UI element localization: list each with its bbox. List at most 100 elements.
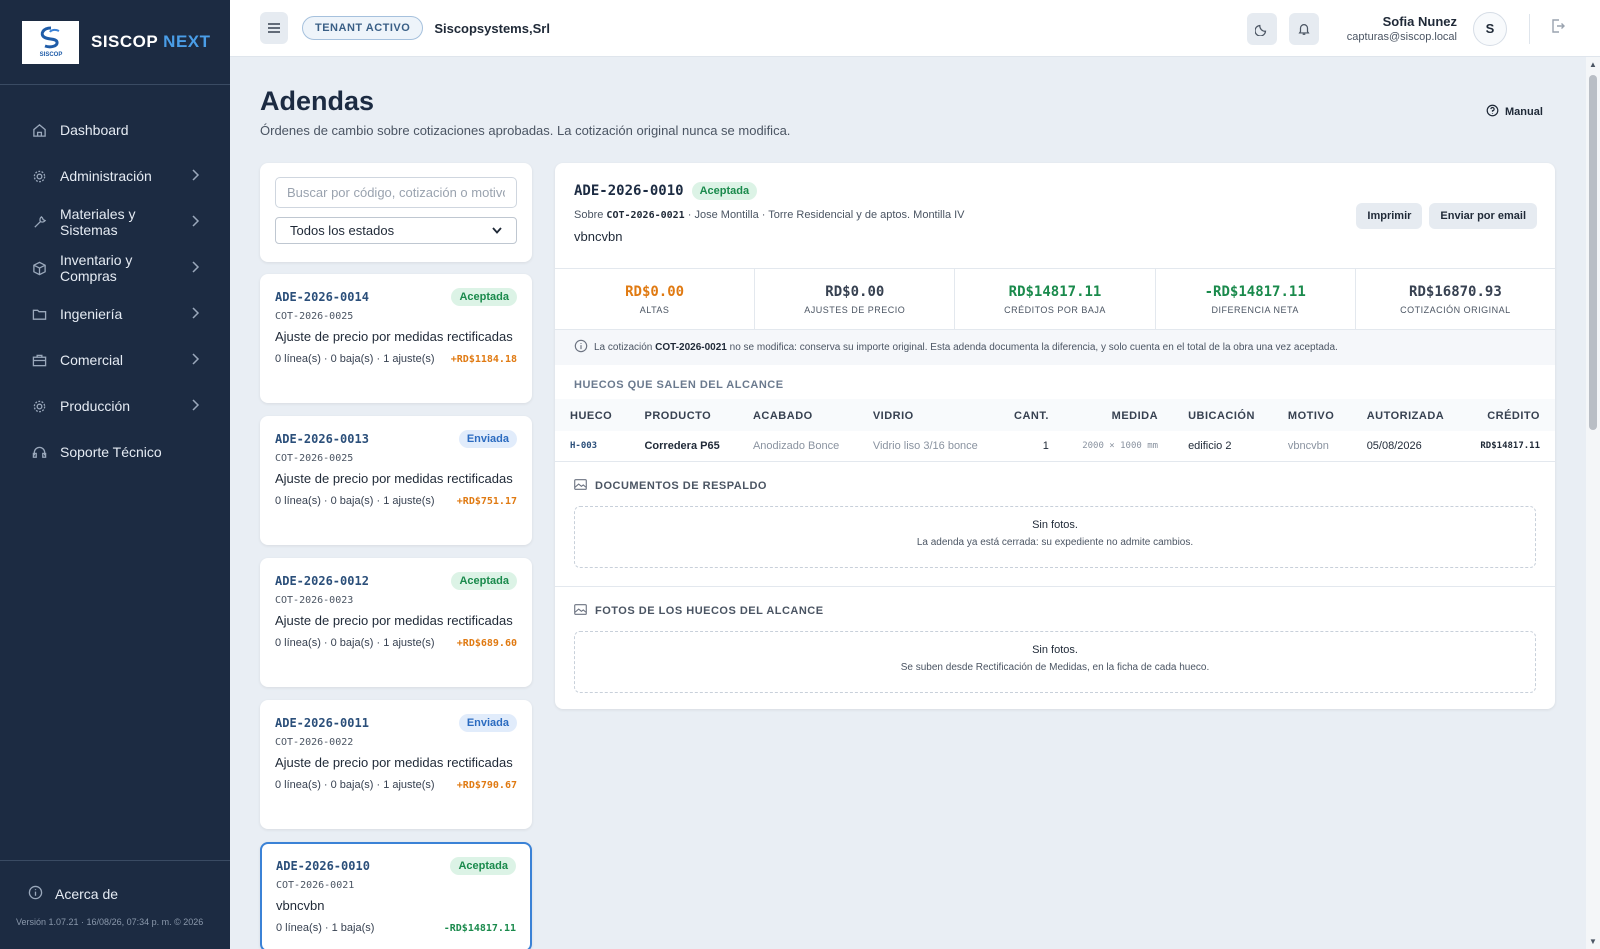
- headset-icon: [30, 443, 48, 461]
- notifications-button[interactable]: [1288, 12, 1319, 45]
- stat-ajustes: RD$0.00 AJUSTES DE PRECIO: [755, 269, 956, 329]
- cell-ubicacion: edificio 2: [1173, 431, 1273, 462]
- page-subtitle: Órdenes de cambio sobre cotizaciones apr…: [260, 123, 791, 138]
- image-icon: [574, 604, 587, 618]
- chevron-down-icon: [492, 227, 502, 234]
- sidebar-item-label: Administración: [60, 168, 152, 184]
- list-item[interactable]: ADE-2026-0013 Enviada COT-2026-0025 Ajus…: [260, 416, 532, 545]
- page-title: Adendas: [260, 86, 375, 116]
- scroll-thumb[interactable]: [1589, 75, 1597, 430]
- stat-cotizacion: RD$16870.93 COTIZACIÓN ORIGINAL: [1356, 269, 1555, 329]
- sidebar-item-label: Soporte Técnico: [60, 444, 162, 460]
- chevron-right-icon: [192, 214, 200, 230]
- cotizacion-ref: COT-2026-0025: [275, 453, 354, 464]
- adenda-description: Ajuste de precio por medidas rectificada…: [275, 613, 513, 628]
- logout-button[interactable]: [1550, 18, 1566, 39]
- adenda-amount: +RD$790.67: [456, 779, 517, 791]
- briefcase-icon: [30, 351, 48, 369]
- col-autorizada: AUTORIZADA: [1351, 399, 1463, 431]
- stat-value: -RD$14817.11: [1204, 284, 1306, 300]
- sidebar-item-label: Materiales y Sistemas: [60, 206, 136, 238]
- sidebar-item-label: Ingeniería: [60, 306, 123, 322]
- hamburger-icon: [268, 23, 280, 33]
- photos-dropzone: Sin fotos. Se suben desde Rectificación …: [574, 631, 1536, 693]
- info-icon: [574, 339, 588, 356]
- cotizacion-ref: COT-2026-0022: [275, 737, 354, 748]
- menu-toggle-button[interactable]: [260, 12, 288, 44]
- cell-vidrio: Vidrio liso 3/16 bonce: [857, 431, 997, 462]
- adenda-description: vbncvbn: [276, 898, 325, 913]
- cell-acabado: Anodizado Bonce: [737, 431, 858, 462]
- brand-name-accent: NEXT: [163, 32, 211, 51]
- documents-dropzone: Sin fotos. La adenda ya está cerrada: su…: [574, 506, 1536, 568]
- topbar: TENANT ACTIVO Siscopsystems,Srl Sofia Nu…: [230, 0, 1600, 57]
- sidebar-item-soporte[interactable]: Soporte Técnico: [0, 429, 230, 475]
- col-acabado: ACABADO: [737, 399, 858, 431]
- scroll-up-icon[interactable]: ▲: [1589, 60, 1597, 69]
- stats-row: RD$0.00 ALTAS RD$0.00 AJUSTES DE PRECIO …: [555, 268, 1555, 330]
- adenda-amount: +RD$689.60: [456, 637, 517, 649]
- avatar[interactable]: S: [1473, 11, 1507, 46]
- adenda-code: ADE-2026-0014: [275, 290, 369, 304]
- sidebar-item-label: Inventario y Compras: [60, 252, 133, 284]
- user-info: Sofia Nunez capturas@siscop.local: [1347, 14, 1457, 43]
- stat-label: CRÉDITOS POR BAJA: [1004, 305, 1106, 315]
- huecos-section-title: HUECOS QUE SALEN DEL ALCANCE: [574, 379, 784, 391]
- info-text: no se modifica: conserva su importe orig…: [729, 342, 1338, 353]
- sidebar-item-dashboard[interactable]: Dashboard: [0, 107, 230, 153]
- brand-name-main: SISCOP: [91, 32, 158, 51]
- detail-header: ADE-2026-0010 Aceptada Sobre COT-2026-00…: [555, 163, 1555, 268]
- cell-autorizada: 05/08/2026: [1351, 431, 1463, 462]
- sidebar-item-inventario[interactable]: Inventario y Compras: [0, 245, 230, 291]
- col-vidrio: VIDRIO: [857, 399, 997, 431]
- sidebar-item-ingenieria[interactable]: Ingeniería: [0, 291, 230, 337]
- search-input[interactable]: [275, 177, 517, 208]
- documents-empty-subtext: La adenda ya está cerrada: su expediente…: [916, 537, 1194, 548]
- adenda-code: ADE-2026-0012: [275, 574, 369, 588]
- adenda-amount: +RD$751.17: [456, 495, 517, 507]
- logout-icon: [1552, 19, 1565, 33]
- sidebar-item-materiales[interactable]: Materiales y Sistemas: [0, 199, 230, 245]
- chevron-right-icon: [192, 352, 200, 368]
- print-button[interactable]: Imprimir: [1356, 203, 1423, 229]
- photos-section: FOTOS DE LOS HUECOS DEL ALCANCE Sin foto…: [555, 587, 1555, 693]
- user-email: capturas@siscop.local: [1346, 31, 1457, 43]
- sidebar-item-administracion[interactable]: Administración: [0, 153, 230, 199]
- logo[interactable]: SISCOP: [22, 20, 79, 64]
- col-producto: PRODUCTO: [629, 399, 738, 431]
- sidebar-item-produccion[interactable]: Producción: [0, 383, 230, 429]
- documents-empty-text: Sin fotos.: [1032, 519, 1078, 531]
- manual-label: Manual: [1505, 106, 1543, 118]
- list-item[interactable]: ADE-2026-0014 Aceptada COT-2026-0025 Aju…: [260, 274, 532, 403]
- sidebar-item-comercial[interactable]: Comercial: [0, 337, 230, 383]
- home-icon: [30, 121, 48, 139]
- moon-icon: [1254, 24, 1266, 36]
- folder-icon: [30, 305, 48, 323]
- cell-hueco: H-003: [555, 431, 630, 462]
- status-badge: Enviada: [458, 714, 517, 732]
- cotizacion-link[interactable]: COT-2026-0021: [606, 210, 684, 221]
- sidebar-item-label: Producción: [60, 398, 131, 414]
- list-item[interactable]: ADE-2026-0011 Enviada COT-2026-0022 Ajus…: [260, 700, 532, 829]
- status-badge: Aceptada: [451, 288, 517, 306]
- status-select[interactable]: Todos los estados: [275, 217, 517, 244]
- adenda-code: ADE-2026-0013: [275, 432, 369, 446]
- chevron-right-icon: [192, 306, 200, 322]
- image-icon: [574, 479, 587, 493]
- scroll-down-icon[interactable]: ▼: [1589, 937, 1597, 946]
- table-header-row: HUECO PRODUCTO ACABADO VIDRIO CANT. MEDI…: [555, 399, 1555, 431]
- manual-link[interactable]: Manual: [1486, 104, 1543, 120]
- theme-toggle-button[interactable]: [1246, 12, 1277, 45]
- about-label: Acerca de: [55, 886, 119, 902]
- scrollbar[interactable]: ▲ ▼: [1586, 57, 1600, 949]
- stat-value: RD$0.00: [625, 284, 685, 300]
- about-link[interactable]: Acerca de: [0, 861, 230, 903]
- list-item-selected[interactable]: ADE-2026-0010 Aceptada COT-2026-0021 vbn…: [260, 842, 532, 949]
- list-item[interactable]: ADE-2026-0012 Aceptada COT-2026-0023 Aju…: [260, 558, 532, 687]
- chevron-right-icon: [192, 398, 200, 414]
- brand-name: SISCOP NEXT: [91, 32, 211, 52]
- send-email-button[interactable]: Enviar por email: [1429, 203, 1537, 229]
- stat-value: RD$16870.93: [1409, 284, 1502, 300]
- photos-empty-subtext: Se suben desde Rectificación de Medidas,…: [900, 662, 1210, 673]
- adenda-description: Ajuste de precio por medidas rectificada…: [275, 471, 513, 486]
